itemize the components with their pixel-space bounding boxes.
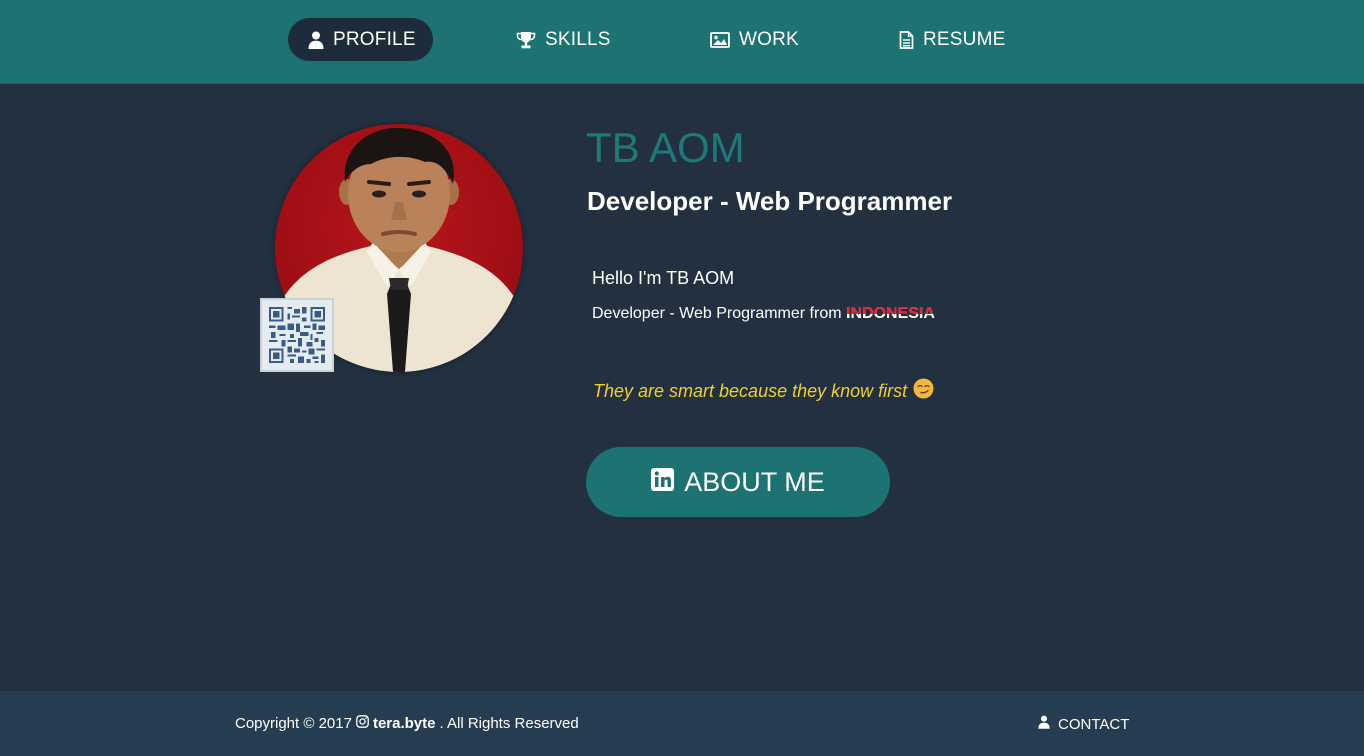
tagline-quote: They are smart because they know first [593,378,934,404]
origin-prefix: Developer - Web Programmer from [592,305,842,322]
user-icon [1038,715,1050,733]
top-navbar: PROFILE SKILLS WORK RESUME [0,0,1364,84]
nav-resume-label: RESUME [923,28,1006,50]
contact-label: CONTACT [1058,715,1130,733]
tagline-text: They are smart because they know first [593,380,908,401]
origin-text: Developer - Web Programmer from INDONESI… [592,305,935,323]
copyright-suffix: . All Rights Reserved [439,715,579,732]
profile-name: TB AOM [586,124,745,171]
about-me-button[interactable]: ABOUT ME [586,447,890,517]
nav-profile[interactable]: PROFILE [288,18,433,61]
smirk-emoji-icon [913,378,934,404]
greeting-text: Hello I'm TB AOM [592,268,735,288]
about-me-label: ABOUT ME [684,466,825,497]
instagram-icon [356,715,369,732]
user-icon [308,31,324,49]
nav-skills-label: SKILLS [545,28,611,50]
qr-code [260,298,334,372]
copyright-prefix: Copyright © 2017 [235,715,352,732]
nav-work[interactable]: WORK [710,18,799,61]
nav-skills[interactable]: SKILLS [516,18,611,61]
country-name: INDONESIA INDONESIA [846,305,935,322]
linkedin-icon [651,467,675,498]
brand-link[interactable]: tera.byte [373,715,436,732]
nav-work-label: WORK [739,28,799,50]
footer: Copyright © 2017 tera.byte . All Rights … [0,691,1364,756]
nav-profile-label: PROFILE [333,28,416,50]
contact-link[interactable]: CONTACT [1038,715,1129,733]
image-icon [710,31,730,48]
document-icon [899,30,914,49]
nav-resume[interactable]: RESUME [899,18,1006,61]
trophy-icon [516,31,536,49]
copyright-text: Copyright © 2017 tera.byte . All Rights … [235,715,579,732]
profile-role: Developer - Web Programmer [587,186,953,216]
